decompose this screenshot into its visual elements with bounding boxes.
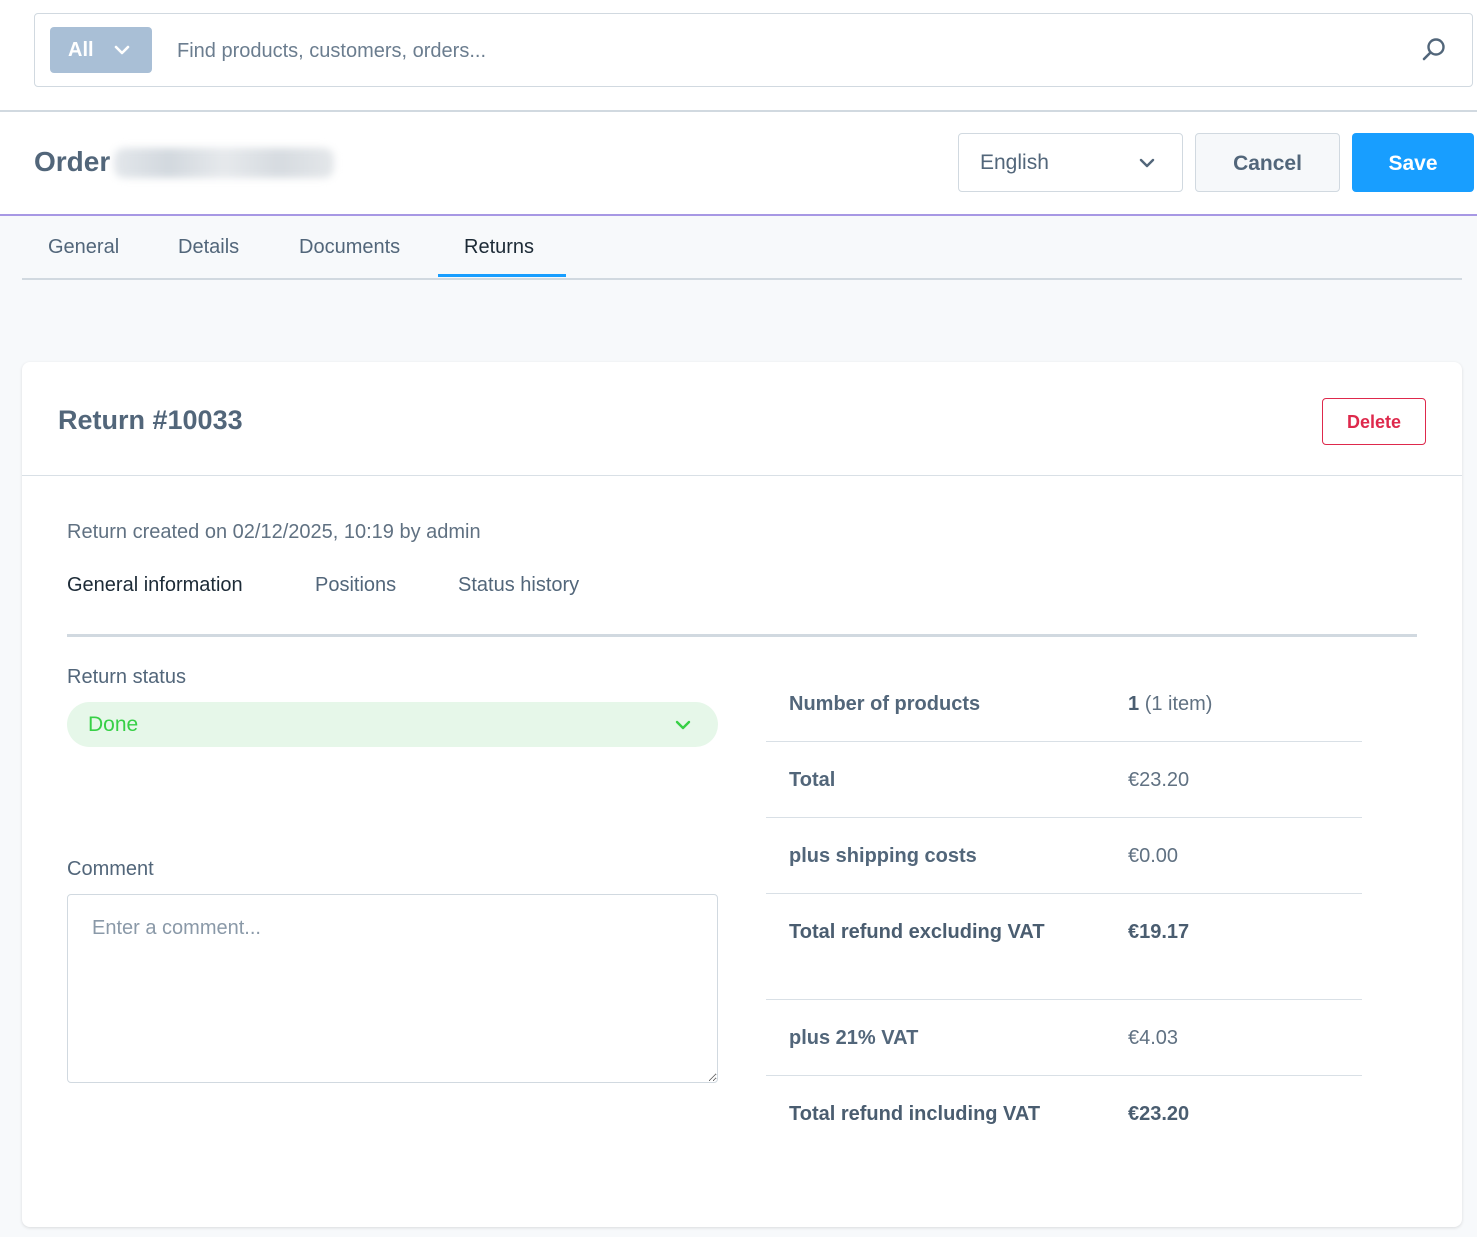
- cancel-button[interactable]: Cancel: [1195, 133, 1340, 192]
- order-number-blurred: [114, 148, 334, 178]
- summary-label: Total refund excluding VAT: [789, 921, 1045, 943]
- summary-value: €23.20: [1128, 1103, 1190, 1125]
- summary-row-number-of-products: Number of products 1 (1 item): [766, 666, 1362, 742]
- page-header: Order English Cancel Save: [0, 112, 1477, 216]
- chevron-down-icon: [114, 45, 130, 55]
- summary-value: 1 (1 item): [1128, 689, 1212, 719]
- summary-row-refund-incl-vat: Total refund including VAT €23.20: [766, 1076, 1362, 1152]
- top-search-bar: All: [0, 0, 1477, 112]
- search-type-dropdown[interactable]: All: [50, 27, 152, 73]
- search-type-label: All: [68, 39, 94, 61]
- summary-label: Number of products: [789, 693, 981, 715]
- return-card-header: Return #10033 Delete: [22, 362, 1462, 476]
- return-title: Return #10033: [58, 405, 243, 435]
- search-input[interactable]: [175, 32, 1379, 70]
- subtab-positions[interactable]: Positions: [315, 574, 396, 597]
- summary-row-shipping: plus shipping costs €0.00: [766, 818, 1362, 894]
- order-tabs: General Details Documents Returns: [22, 216, 1462, 280]
- summary-label: plus 21% VAT: [789, 1027, 919, 1049]
- return-summary: Number of products 1 (1 item) Total €23.…: [766, 666, 1362, 1152]
- summary-value: €4.03: [1128, 1027, 1179, 1049]
- return-status-select[interactable]: Done: [67, 702, 718, 747]
- delete-button[interactable]: Delete: [1322, 398, 1426, 445]
- summary-row-refund-excl-vat: Total refund excluding VAT €19.17: [766, 894, 1362, 1000]
- summary-value: €23.20: [1128, 769, 1190, 791]
- summary-value: €0.00: [1128, 845, 1179, 867]
- summary-label: Total: [789, 769, 836, 791]
- language-select[interactable]: English: [958, 133, 1183, 192]
- comment-textarea[interactable]: [67, 894, 718, 1083]
- tab-details[interactable]: Details: [178, 236, 239, 259]
- product-count: 1: [1128, 693, 1140, 715]
- search-icon[interactable]: [1421, 37, 1447, 63]
- return-card: Return #10033 Delete Return created on 0…: [22, 362, 1462, 1227]
- chevron-down-icon: [675, 720, 691, 730]
- summary-label: plus shipping costs: [789, 845, 977, 867]
- subtab-status-history[interactable]: Status history: [458, 574, 579, 597]
- return-subtabs: General information Positions Status his…: [67, 562, 1417, 637]
- return-status-label: Return status: [67, 666, 186, 688]
- summary-value: €19.17: [1128, 921, 1190, 943]
- comment-label: Comment: [67, 858, 154, 880]
- save-button[interactable]: Save: [1352, 133, 1474, 192]
- summary-label: Total refund including VAT: [789, 1103, 1041, 1125]
- active-tab-indicator: [438, 274, 566, 277]
- page-title: Order: [34, 146, 111, 177]
- summary-row-vat: plus 21% VAT €4.03: [766, 1000, 1362, 1076]
- summary-row-total: Total €23.20: [766, 742, 1362, 818]
- return-created-info: Return created on 02/12/2025, 10:19 by a…: [67, 521, 481, 543]
- chevron-down-icon: [1139, 158, 1155, 168]
- tab-returns[interactable]: Returns: [464, 236, 534, 259]
- product-items: (1 item): [1144, 693, 1213, 715]
- return-status-value: Done: [88, 713, 139, 736]
- subtab-general-information[interactable]: General information: [67, 574, 243, 597]
- tab-general[interactable]: General: [48, 236, 119, 259]
- global-search: All: [34, 13, 1473, 87]
- tab-documents[interactable]: Documents: [299, 236, 400, 259]
- language-value: English: [980, 151, 1049, 174]
